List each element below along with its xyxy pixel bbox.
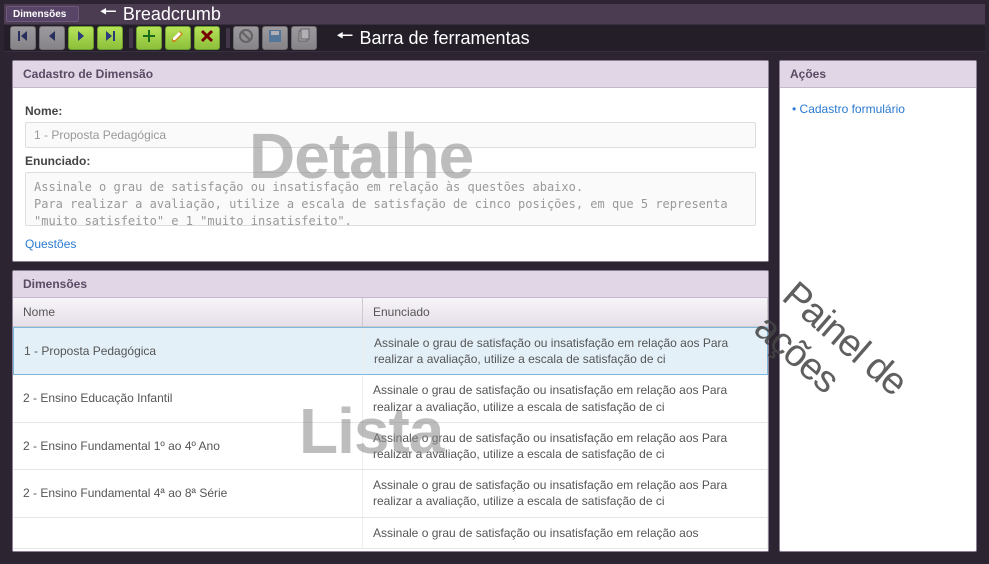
cell-statement: Assinale o grau de satisfação ou insatis… — [364, 328, 767, 374]
next-button[interactable] — [68, 26, 94, 50]
first-button — [10, 26, 36, 50]
cell-statement: Assinale o grau de satisfação ou insatis… — [363, 518, 768, 548]
questions-link[interactable]: Questões — [25, 237, 76, 251]
main-area: Cadastro de Dimensão Nome: Enunciado: As… — [4, 52, 985, 560]
prev-button — [39, 26, 65, 50]
grid-body[interactable]: 1 - Proposta PedagógicaAssinale o grau d… — [13, 327, 768, 551]
detail-panel-title: Cadastro de Dimensão — [13, 61, 768, 88]
table-row[interactable]: Assinale o grau de satisfação ou insatis… — [13, 518, 768, 549]
cancel-button — [233, 26, 259, 50]
cell-name: 2 - Ensino Fundamental 4ª ao 8ª Série — [13, 470, 363, 516]
table-row[interactable]: 1 - Proposta PedagógicaAssinale o grau d… — [13, 327, 768, 375]
prev-icon — [44, 28, 60, 49]
last-button[interactable] — [97, 26, 123, 50]
app-frame: Dimensões 🠔 Breadcrumb 🠔 Barra de ferrame… — [0, 0, 989, 564]
toolbar-separator — [129, 28, 133, 48]
grid-header: Nome Enunciado — [13, 298, 768, 327]
statement-textarea[interactable]: Assinale o grau de satisfação ou insatis… — [25, 172, 756, 226]
copy-button — [291, 26, 317, 50]
action-link[interactable]: Cadastro formulário — [792, 98, 964, 120]
cell-name: 2 - Ensino Educação Infantil — [13, 375, 363, 421]
add-button[interactable] — [136, 26, 162, 50]
toolbar-label: Barra de ferramentas — [360, 28, 530, 49]
cell-statement: Assinale o grau de satisfação ou insatis… — [363, 423, 768, 469]
actions-panel: Ações Cadastro formulário — [779, 60, 977, 552]
left-column: Cadastro de Dimensão Nome: Enunciado: As… — [12, 60, 769, 552]
cell-statement: Assinale o grau de satisfação ou insatis… — [363, 470, 768, 516]
delete-icon — [199, 28, 215, 49]
cancel-icon — [238, 28, 254, 49]
delete-button[interactable] — [194, 26, 220, 50]
name-input[interactable] — [25, 122, 756, 148]
toolbar: 🠔 Barra de ferramentas — [4, 24, 985, 52]
statement-label: Enunciado: — [25, 154, 756, 168]
detail-panel: Cadastro de Dimensão Nome: Enunciado: As… — [12, 60, 769, 262]
breadcrumb-item[interactable]: Dimensões — [6, 6, 79, 22]
cell-name — [13, 518, 363, 548]
table-row[interactable]: 2 - Ensino Fundamental 4ª ao 8ª SérieAss… — [13, 470, 768, 517]
arrow-left-icon: 🠔 — [336, 21, 354, 55]
list-panel: Dimensões Nome Enunciado 1 - Proposta Pe… — [12, 270, 769, 552]
last-icon — [102, 28, 118, 49]
cell-name: 2 - Ensino Fundamental 1º ao 4º Ano — [13, 423, 363, 469]
copy-icon — [296, 28, 312, 49]
edit-button[interactable] — [165, 26, 191, 50]
table-row[interactable]: 2 - Ensino Fundamental 1º ao 4º AnoAssin… — [13, 423, 768, 470]
first-icon — [15, 28, 31, 49]
name-label: Nome: — [25, 104, 756, 118]
list-panel-title: Dimensões — [13, 271, 768, 298]
toolbar-annotation: 🠔 Barra de ferramentas — [336, 21, 530, 55]
col-header-statement[interactable]: Enunciado — [363, 298, 768, 326]
right-column: Ações Cadastro formulário — [779, 60, 977, 552]
edit-icon — [170, 28, 186, 49]
save-icon — [267, 28, 283, 49]
cell-name: 1 - Proposta Pedagógica — [14, 328, 364, 374]
save-button — [262, 26, 288, 50]
col-header-name[interactable]: Nome — [13, 298, 363, 326]
table-row[interactable]: 2 - Ensino Educação InfantilAssinale o g… — [13, 375, 768, 422]
cell-statement: Assinale o grau de satisfação ou insatis… — [363, 375, 768, 421]
add-icon — [141, 28, 157, 49]
breadcrumb-label: Breadcrumb — [123, 4, 221, 25]
actions-panel-title: Ações — [780, 61, 976, 88]
next-icon — [73, 28, 89, 49]
toolbar-separator — [226, 28, 230, 48]
